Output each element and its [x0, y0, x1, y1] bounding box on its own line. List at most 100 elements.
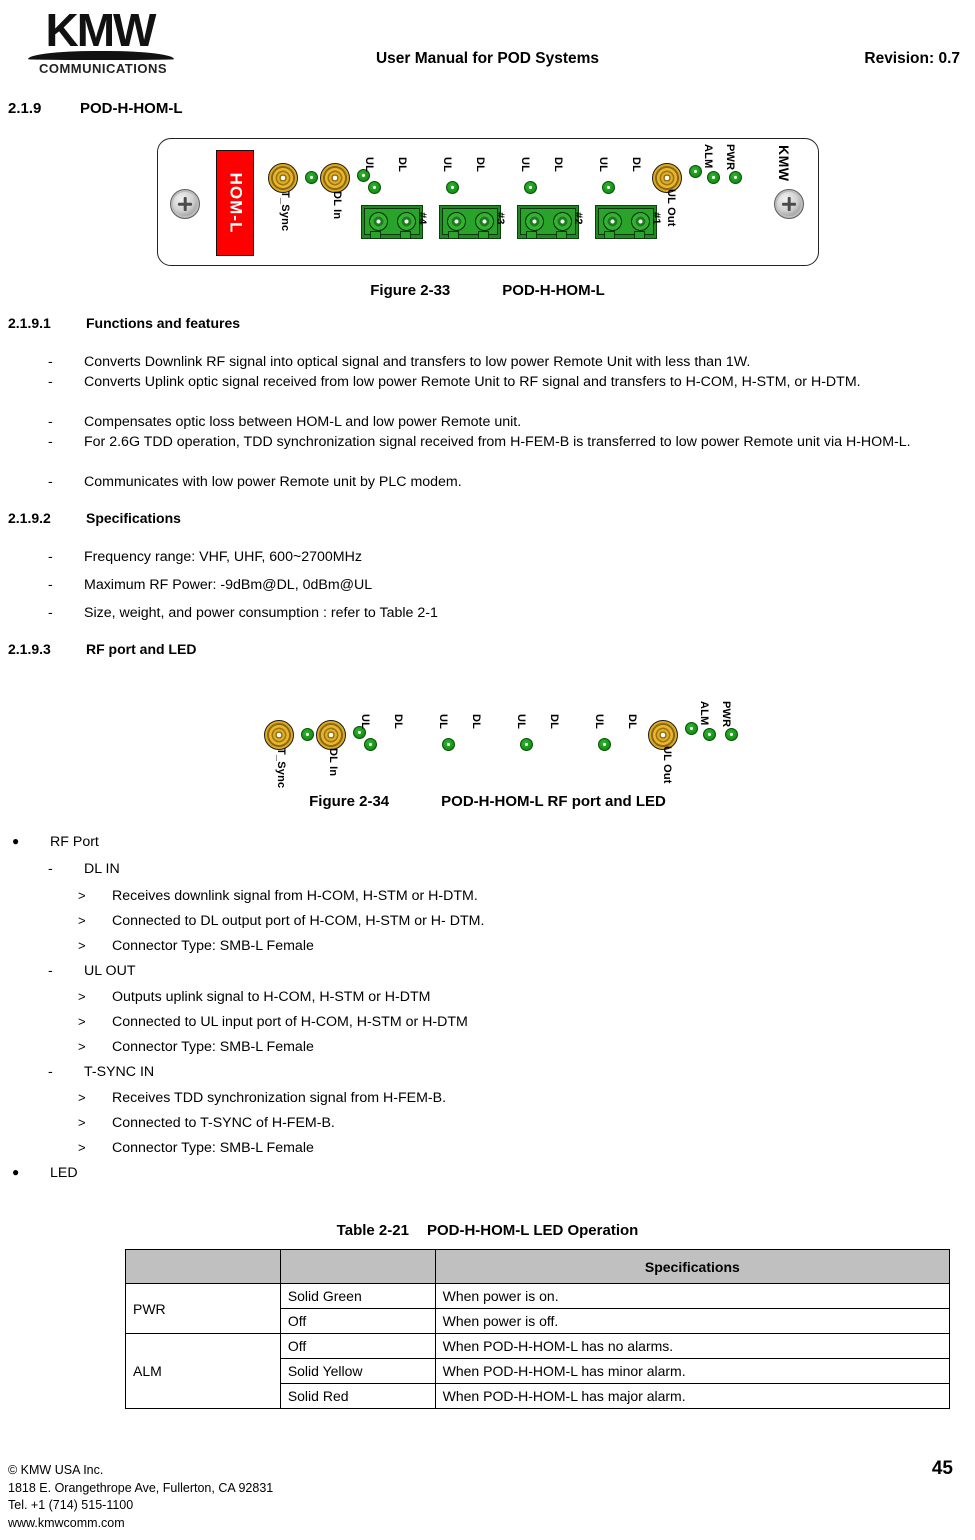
- label-pwr-fig34: PWR: [720, 701, 732, 728]
- function-item-4: - For 2.6G TDD operation, TDD synchroniz…: [48, 432, 958, 452]
- table-header-specifications: Specifications: [434, 1249, 951, 1284]
- rf-detail-dl-in-2-text: Connected to DL output port of H-COM, H-…: [112, 913, 485, 929]
- label-ul-port-4-fig34: UL: [359, 714, 371, 730]
- label-ul-port-2: UL: [519, 157, 531, 173]
- led-ul-port-3-fig34: [442, 738, 455, 751]
- section-title: POD-H-HOM-L: [80, 100, 183, 117]
- table-cell-state: Solid Yellow: [279, 1358, 436, 1384]
- optical-port-2a: [525, 212, 544, 231]
- led-ul-port-1: [602, 181, 615, 194]
- chevron-right-icon: >: [78, 989, 86, 1004]
- table-header-blank-1: [125, 1249, 281, 1284]
- table-cell-state: Off: [279, 1333, 436, 1359]
- dash-marker: -: [48, 434, 53, 450]
- led-ul-port-2-fig34: [520, 738, 533, 751]
- label-dl-port-1-fig34: DL: [626, 714, 638, 730]
- spec-item-1-text: Frequency range: VHF, UHF, 600~2700MHz: [84, 549, 362, 565]
- section-number: 2.1.9.2: [8, 510, 51, 526]
- optical-latch-1a: [604, 231, 615, 239]
- rf-detail-ul-out-3: > Connector Type: SMB-L Female: [78, 1037, 314, 1057]
- label-ul-out-2: UL Out: [661, 746, 673, 784]
- figure-2-33-label: Figure 2-33: [370, 282, 451, 299]
- function-item-4-text: For 2.6G TDD operation, TDD synchronizat…: [84, 434, 911, 450]
- panel-model-label-text: HOM-L: [226, 172, 245, 234]
- led-pwr: [729, 171, 742, 184]
- bullet-marker: ●: [12, 834, 20, 848]
- page-header: KMW COMMUNICATIONS User Manual for POD S…: [0, 0, 975, 88]
- section-number: 2.1.9: [8, 100, 42, 117]
- panel-brand-label: KMW: [776, 145, 792, 182]
- table-cell-desc: When POD-H-HOM-L has minor alarm.: [434, 1358, 951, 1384]
- panel-screw-right: [774, 189, 804, 219]
- label-ul-port-3-fig34: UL: [437, 714, 449, 730]
- rf-group-t-sync-in-text: T-SYNC IN: [84, 1064, 155, 1080]
- led-alm-fig34: [703, 728, 716, 741]
- figure-2-34-diagram: T_Sync DL In UL DL UL DL UL DL UL DL UL …: [255, 700, 755, 790]
- rf-detail-ul-out-2: > Connected to UL input port of H-COM, H…: [78, 1012, 468, 1032]
- footer-line-2: 1818 E. Orangethrope Ave, Fullerton, CA …: [8, 1480, 274, 1495]
- section-heading-2-1-9-2: 2.1.9.2 Specifications: [8, 510, 181, 526]
- led-t-sync: [305, 171, 318, 184]
- rf-detail-t-sync-2-text: Connected to T-SYNC of H-FEM-B.: [112, 1115, 335, 1131]
- figure-2-34-label: Figure 2-34: [309, 793, 390, 810]
- table-row: ALM Off When POD-H-HOM-L has no alarms.: [125, 1333, 951, 1409]
- label-alm-fig34: ALM: [698, 701, 710, 726]
- table-cell-state: Solid Red: [279, 1383, 436, 1409]
- optical-port-4b: [397, 212, 416, 231]
- label-dl-port-4: DL: [396, 157, 408, 173]
- label-dl-port-3-fig34: DL: [470, 714, 482, 730]
- optical-latch-4a: [370, 231, 381, 239]
- function-item-2-text: Converts Uplink optic signal received fr…: [84, 374, 861, 390]
- rf-group-ul-out-text: UL OUT: [84, 963, 136, 979]
- table-header-blank-2: [279, 1249, 436, 1284]
- led-ul-port-4-fig34: [364, 738, 377, 751]
- optical-module-4: [361, 205, 423, 239]
- footer-line-4[interactable]: www.kmwcomm.com: [8, 1515, 273, 1533]
- rf-group-t-sync-in: - T-SYNC IN: [48, 1062, 154, 1082]
- chevron-right-icon: >: [78, 938, 86, 953]
- label-dl-port-2: DL: [552, 157, 564, 173]
- label-optical-port-1: #1: [650, 212, 662, 225]
- chevron-right-icon: >: [78, 1014, 86, 1029]
- label-ul-port-4: UL: [363, 157, 375, 173]
- optical-latch-4b: [400, 231, 411, 239]
- chevron-right-icon: >: [78, 888, 86, 903]
- led-t-sync-2: [301, 728, 314, 741]
- bullet-marker: ●: [12, 1165, 20, 1179]
- chevron-right-icon: >: [78, 1039, 86, 1054]
- rf-detail-ul-out-1-text: Outputs uplink signal to H-COM, H-STM or…: [112, 989, 431, 1005]
- led-alm: [707, 171, 720, 184]
- chevron-right-icon: >: [78, 913, 86, 928]
- dash-marker: -: [48, 605, 53, 621]
- connector-t-sync: [268, 163, 298, 193]
- rf-detail-t-sync-3: > Connector Type: SMB-L Female: [78, 1138, 314, 1158]
- dash-marker: -: [48, 963, 53, 979]
- label-optical-port-3: #3: [494, 212, 506, 225]
- table-cell-state: Solid Green: [279, 1283, 436, 1309]
- connector-t-sync-2: [264, 720, 294, 750]
- dash-marker: -: [48, 474, 53, 490]
- header-title: User Manual for POD Systems: [375, 50, 600, 67]
- section-number: 2.1.9.1: [8, 315, 51, 331]
- optical-port-2b: [553, 212, 572, 231]
- optical-module-1: [595, 205, 657, 239]
- function-item-3: - Compensates optic loss between HOM-L a…: [48, 412, 958, 432]
- optical-port-4a: [369, 212, 388, 231]
- table-2-21-caption: Table 2-21 POD-H-HOM-L LED Operation: [0, 1222, 975, 1239]
- spec-item-2-text: Maximum RF Power: -9dBm@DL, 0dBm@UL: [84, 577, 373, 593]
- header-revision: Revision: 0.7: [864, 50, 960, 67]
- led-pwr-fig34: [725, 728, 738, 741]
- rf-detail-t-sync-3-text: Connector Type: SMB-L Female: [112, 1140, 314, 1156]
- figure-2-33-panel: HOM-L T_Sync DL In UL DL #4 UL DL #3 UL …: [157, 138, 819, 266]
- figure-2-33-title: POD-H-HOM-L: [502, 282, 605, 299]
- optical-latch-3b: [478, 231, 489, 239]
- dash-marker: -: [48, 374, 53, 390]
- table-label: Table 2-21: [336, 1222, 409, 1239]
- section-heading-2-1-9-1: 2.1.9.1 Functions and features: [8, 315, 240, 331]
- dash-marker: -: [48, 354, 53, 370]
- dash-marker: -: [48, 861, 53, 877]
- led-heading: ● LED: [12, 1163, 78, 1183]
- function-item-5-text: Communicates with low power Remote unit …: [84, 474, 462, 490]
- dash-marker: -: [48, 414, 53, 430]
- led-ul-out-2: [685, 722, 698, 735]
